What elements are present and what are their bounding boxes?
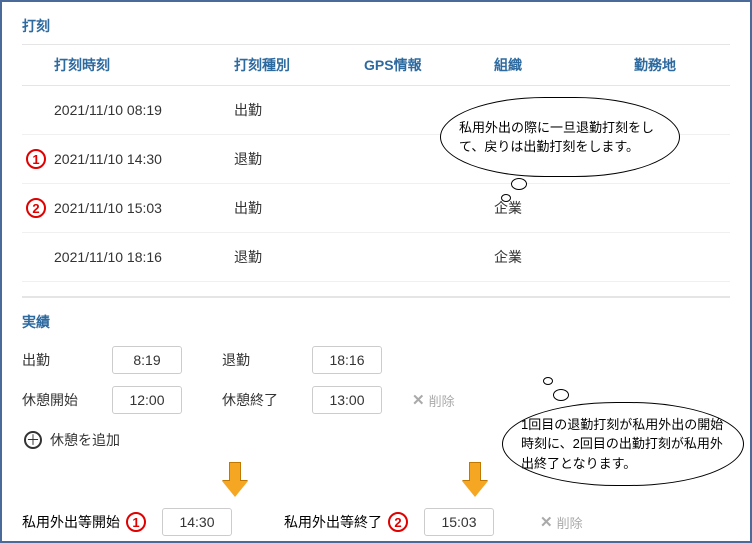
private-end-label: 私用外出等終了 — [284, 512, 382, 532]
header-gps: GPS情報 — [360, 45, 490, 86]
private-start-label: 私用外出等開始 — [22, 512, 120, 532]
private-end-input[interactable] — [424, 508, 494, 536]
cell-type: 出勤 — [230, 86, 360, 135]
cell-time: 2021/11/10 15:03 — [50, 184, 230, 233]
delete-break-button[interactable]: ✕ 削除 — [412, 391, 455, 410]
arrow-down-icon — [464, 462, 486, 492]
row-marker-1: 1 — [26, 149, 46, 169]
header-org: 組織 — [490, 45, 630, 86]
private-start-input[interactable] — [162, 508, 232, 536]
marker-1: 1 — [126, 512, 146, 532]
break-start-label: 休憩開始 — [22, 390, 112, 410]
close-icon: ✕ — [540, 513, 553, 531]
header-type: 打刻種別 — [230, 45, 360, 86]
break-end-input[interactable] — [312, 386, 382, 414]
close-icon: ✕ — [412, 391, 425, 409]
checkout-label: 退勤 — [222, 350, 312, 370]
annotation-bubble-2: 1回目の退勤打刻が私用外出の開始時刻に、2回目の出勤打刻が私用外出終了となります… — [502, 402, 744, 486]
cell-time: 2021/11/10 18:16 — [50, 233, 230, 282]
break-start-input[interactable] — [112, 386, 182, 414]
cell-type: 出勤 — [230, 184, 360, 233]
table-row: 2021/11/10 18:16 退勤 企業 — [22, 233, 730, 282]
delete-label: 削除 — [557, 513, 583, 532]
add-break-button[interactable]: ＋ 休憩を追加 — [22, 420, 122, 460]
table-row: 2 2021/11/10 15:03 出勤 企業 — [22, 184, 730, 233]
cell-time: 2021/11/10 14:30 — [50, 135, 230, 184]
timestamps-section-title: 打刻 — [22, 12, 730, 44]
delete-private-button[interactable]: ✕ 削除 — [540, 513, 583, 532]
arrow-down-icon — [224, 462, 246, 492]
delete-label: 削除 — [429, 391, 455, 410]
annotation-bubble-1: 私用外出の際に一旦退勤打刻をして、戻りは出勤打刻をします。 — [440, 97, 680, 177]
checkin-label: 出勤 — [22, 350, 112, 370]
header-place: 勤務地 — [630, 45, 730, 86]
cell-time: 2021/11/10 08:19 — [50, 86, 230, 135]
header-time: 打刻時刻 — [50, 45, 230, 86]
cell-type: 退勤 — [230, 233, 360, 282]
checkout-input[interactable] — [312, 346, 382, 374]
row-marker-2: 2 — [26, 198, 46, 218]
add-break-label: 休憩を追加 — [50, 430, 120, 450]
checkin-input[interactable] — [112, 346, 182, 374]
break-end-label: 休憩終了 — [222, 390, 312, 410]
results-section-title: 実績 — [22, 308, 730, 340]
cell-type: 退勤 — [230, 135, 360, 184]
plus-icon: ＋ — [24, 431, 42, 449]
marker-2: 2 — [388, 512, 408, 532]
